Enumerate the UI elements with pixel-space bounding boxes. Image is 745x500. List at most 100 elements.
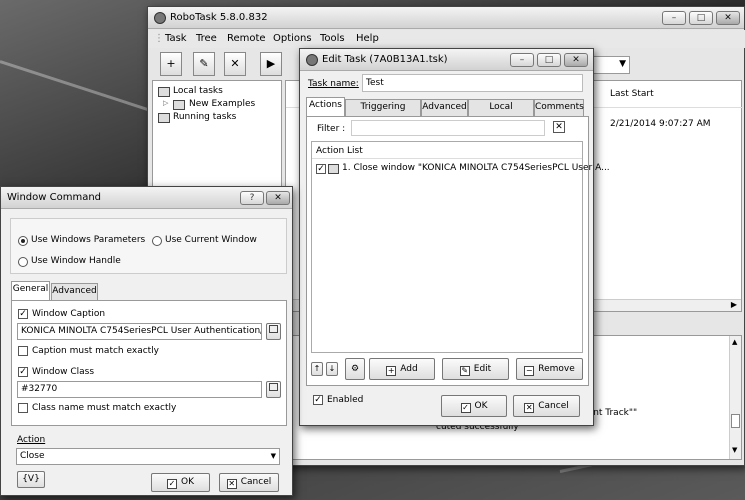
- help-button[interactable]: ?: [240, 191, 264, 205]
- edit-task-dialog: Edit Task (7A0B13A1.tsk) – □ ✕ Task name…: [299, 48, 610, 426]
- add-button-label: Add: [400, 364, 418, 374]
- add-button[interactable]: + Add: [369, 358, 435, 380]
- wizard-button[interactable]: ⚙: [345, 358, 365, 380]
- action-enabled-checkbox[interactable]: ✓: [316, 164, 326, 174]
- robotask-titlebar: RoboTask 5.8.0.832 – □ ✕: [148, 7, 744, 29]
- task-name-input[interactable]: Test: [362, 74, 583, 92]
- window-command-titlebar: Window Command ? ✕: [1, 187, 292, 209]
- remove-button-label: Remove: [538, 364, 575, 374]
- pick-window-class-button[interactable]: [266, 381, 281, 398]
- window-class-checkbox[interactable]: ✓: [18, 367, 28, 377]
- minus-icon: −: [524, 366, 535, 376]
- edit-button-label: Edit: [473, 364, 492, 374]
- run-task-icon[interactable]: ▶: [260, 52, 282, 76]
- action-list-header: Action List: [316, 146, 363, 156]
- menu-item-tools[interactable]: Tools: [320, 33, 345, 44]
- maximize-button[interactable]: □: [689, 11, 713, 25]
- cancel-button[interactable]: ✕ Cancel: [513, 395, 580, 417]
- new-task-icon[interactable]: +: [160, 52, 182, 76]
- scroll-right-icon[interactable]: ▶: [731, 300, 737, 309]
- tab-actions[interactable]: Actions: [306, 97, 345, 116]
- list-item[interactable]: ✓ 1. Close window "KONICA MINOLTA C754Se…: [314, 162, 610, 176]
- radio-use-windows-parameters[interactable]: [18, 236, 28, 246]
- expand-arrow-icon[interactable]: ▷: [163, 99, 168, 107]
- filter-input[interactable]: [351, 120, 545, 136]
- computer-icon: [158, 113, 170, 123]
- caption-match-checkbox[interactable]: [18, 346, 28, 356]
- minimize-button[interactable]: –: [510, 53, 534, 67]
- computer-icon: [158, 87, 170, 97]
- tab-comments[interactable]: Comments: [534, 99, 584, 116]
- ok-button-label: OK: [181, 477, 194, 487]
- caption-match-label: Caption must match exactly: [32, 346, 160, 356]
- main-menu-bar: ⋮ Task Tree Remote Options Tools Help: [148, 30, 745, 48]
- action-select-value: Close: [20, 451, 45, 461]
- menu-item-options[interactable]: Options: [273, 33, 312, 44]
- chevron-down-icon: ▼: [270, 452, 276, 460]
- cancel-button[interactable]: ✕ Cancel: [219, 473, 279, 492]
- menu-item-remote[interactable]: Remote: [227, 33, 266, 44]
- menu-item-task[interactable]: Task: [165, 33, 187, 44]
- ok-button-label: OK: [474, 401, 488, 411]
- delete-task-icon[interactable]: ✕: [224, 52, 246, 76]
- close-button[interactable]: ✕: [564, 53, 588, 67]
- x-icon: ✕: [524, 403, 535, 413]
- menu-item-help[interactable]: Help: [356, 33, 379, 44]
- clear-filter-icon[interactable]: ✕: [553, 121, 565, 133]
- window-command-title: Window Command: [7, 192, 102, 203]
- maximize-button[interactable]: □: [537, 53, 561, 67]
- action-select[interactable]: Close ▼: [16, 448, 280, 465]
- action-list[interactable]: Action List ✓ 1. Close window "KONICA MI…: [311, 141, 610, 353]
- menu-item-tree[interactable]: Tree: [196, 33, 217, 44]
- move-down-button[interactable]: ↓: [326, 362, 338, 376]
- close-button[interactable]: ✕: [266, 191, 290, 205]
- window-class-input[interactable]: #32770: [17, 381, 262, 398]
- radio-use-window-handle[interactable]: [18, 257, 28, 267]
- scroll-up-icon[interactable]: ▲: [732, 338, 737, 346]
- pick-window-caption-button[interactable]: [266, 323, 281, 340]
- scroll-down-icon[interactable]: ▼: [732, 446, 737, 454]
- variables-button[interactable]: {V}: [17, 471, 45, 488]
- grid-cell-last-start: 2/21/2014 9:07:27 AM: [610, 119, 711, 129]
- close-button[interactable]: ✕: [716, 11, 740, 25]
- tab-advanced[interactable]: Advanced: [51, 283, 98, 300]
- edit-task-titlebar: Edit Task (7A0B13A1.tsk) – □ ✕: [300, 49, 593, 71]
- class-match-label: Class name must match exactly: [32, 403, 177, 413]
- tab-advanced[interactable]: Advanced: [421, 99, 468, 116]
- tab-general[interactable]: General: [11, 281, 50, 300]
- edit-button[interactable]: ✎ Edit: [442, 358, 509, 380]
- ok-button[interactable]: ✓ OK: [151, 473, 210, 492]
- robotask-app-icon: [306, 54, 318, 66]
- window-caption-label: Window Caption: [32, 309, 106, 319]
- tree-item-new-examples[interactable]: New Examples: [189, 99, 255, 109]
- filter-label: Filter :: [317, 124, 346, 134]
- scrollbar-thumb[interactable]: [731, 414, 740, 428]
- ok-button[interactable]: ✓ OK: [441, 395, 507, 417]
- radio-use-windows-parameters-label: Use Windows Parameters: [31, 235, 146, 245]
- toolbar-dropdown[interactable]: ▼: [590, 56, 630, 74]
- window-command-tabstrip: General Advanced: [11, 281, 287, 300]
- window-caption-input[interactable]: KONICA MINOLTA C754SeriesPCL User Authen…: [17, 323, 262, 340]
- window-caption-checkbox[interactable]: ✓: [18, 309, 28, 319]
- minimize-button[interactable]: –: [662, 11, 686, 25]
- radio-use-current-window-label: Use Current Window: [165, 235, 257, 245]
- move-up-button[interactable]: ↑: [311, 362, 323, 376]
- source-groupbox: Use Windows Parameters Use Current Windo…: [10, 218, 287, 274]
- enabled-checkbox[interactable]: ✓: [313, 395, 323, 405]
- remove-button[interactable]: − Remove: [516, 358, 583, 380]
- tab-local-variables[interactable]: Local variables: [468, 99, 534, 127]
- vertical-scrollbar[interactable]: ▲ ▼: [729, 336, 741, 459]
- tree-item-local-tasks[interactable]: Local tasks: [173, 86, 223, 96]
- tree-item-running-tasks[interactable]: Running tasks: [173, 112, 236, 122]
- grid-header-last-start[interactable]: Last Start: [610, 89, 654, 99]
- cancel-button-label: Cancel: [240, 477, 272, 487]
- tab-triggering-events[interactable]: Triggering Events: [345, 99, 421, 127]
- robotask-title: RoboTask 5.8.0.832: [170, 12, 268, 23]
- check-icon: ✓: [460, 403, 471, 413]
- radio-use-current-window[interactable]: [152, 236, 162, 246]
- window-icon: [328, 164, 339, 174]
- edit-task-icon[interactable]: ✎: [193, 52, 215, 76]
- task-name-label: Task name:: [308, 79, 359, 89]
- class-match-checkbox[interactable]: [18, 403, 28, 413]
- edit-task-tabstrip: Actions Triggering Events Advanced Local…: [306, 97, 592, 127]
